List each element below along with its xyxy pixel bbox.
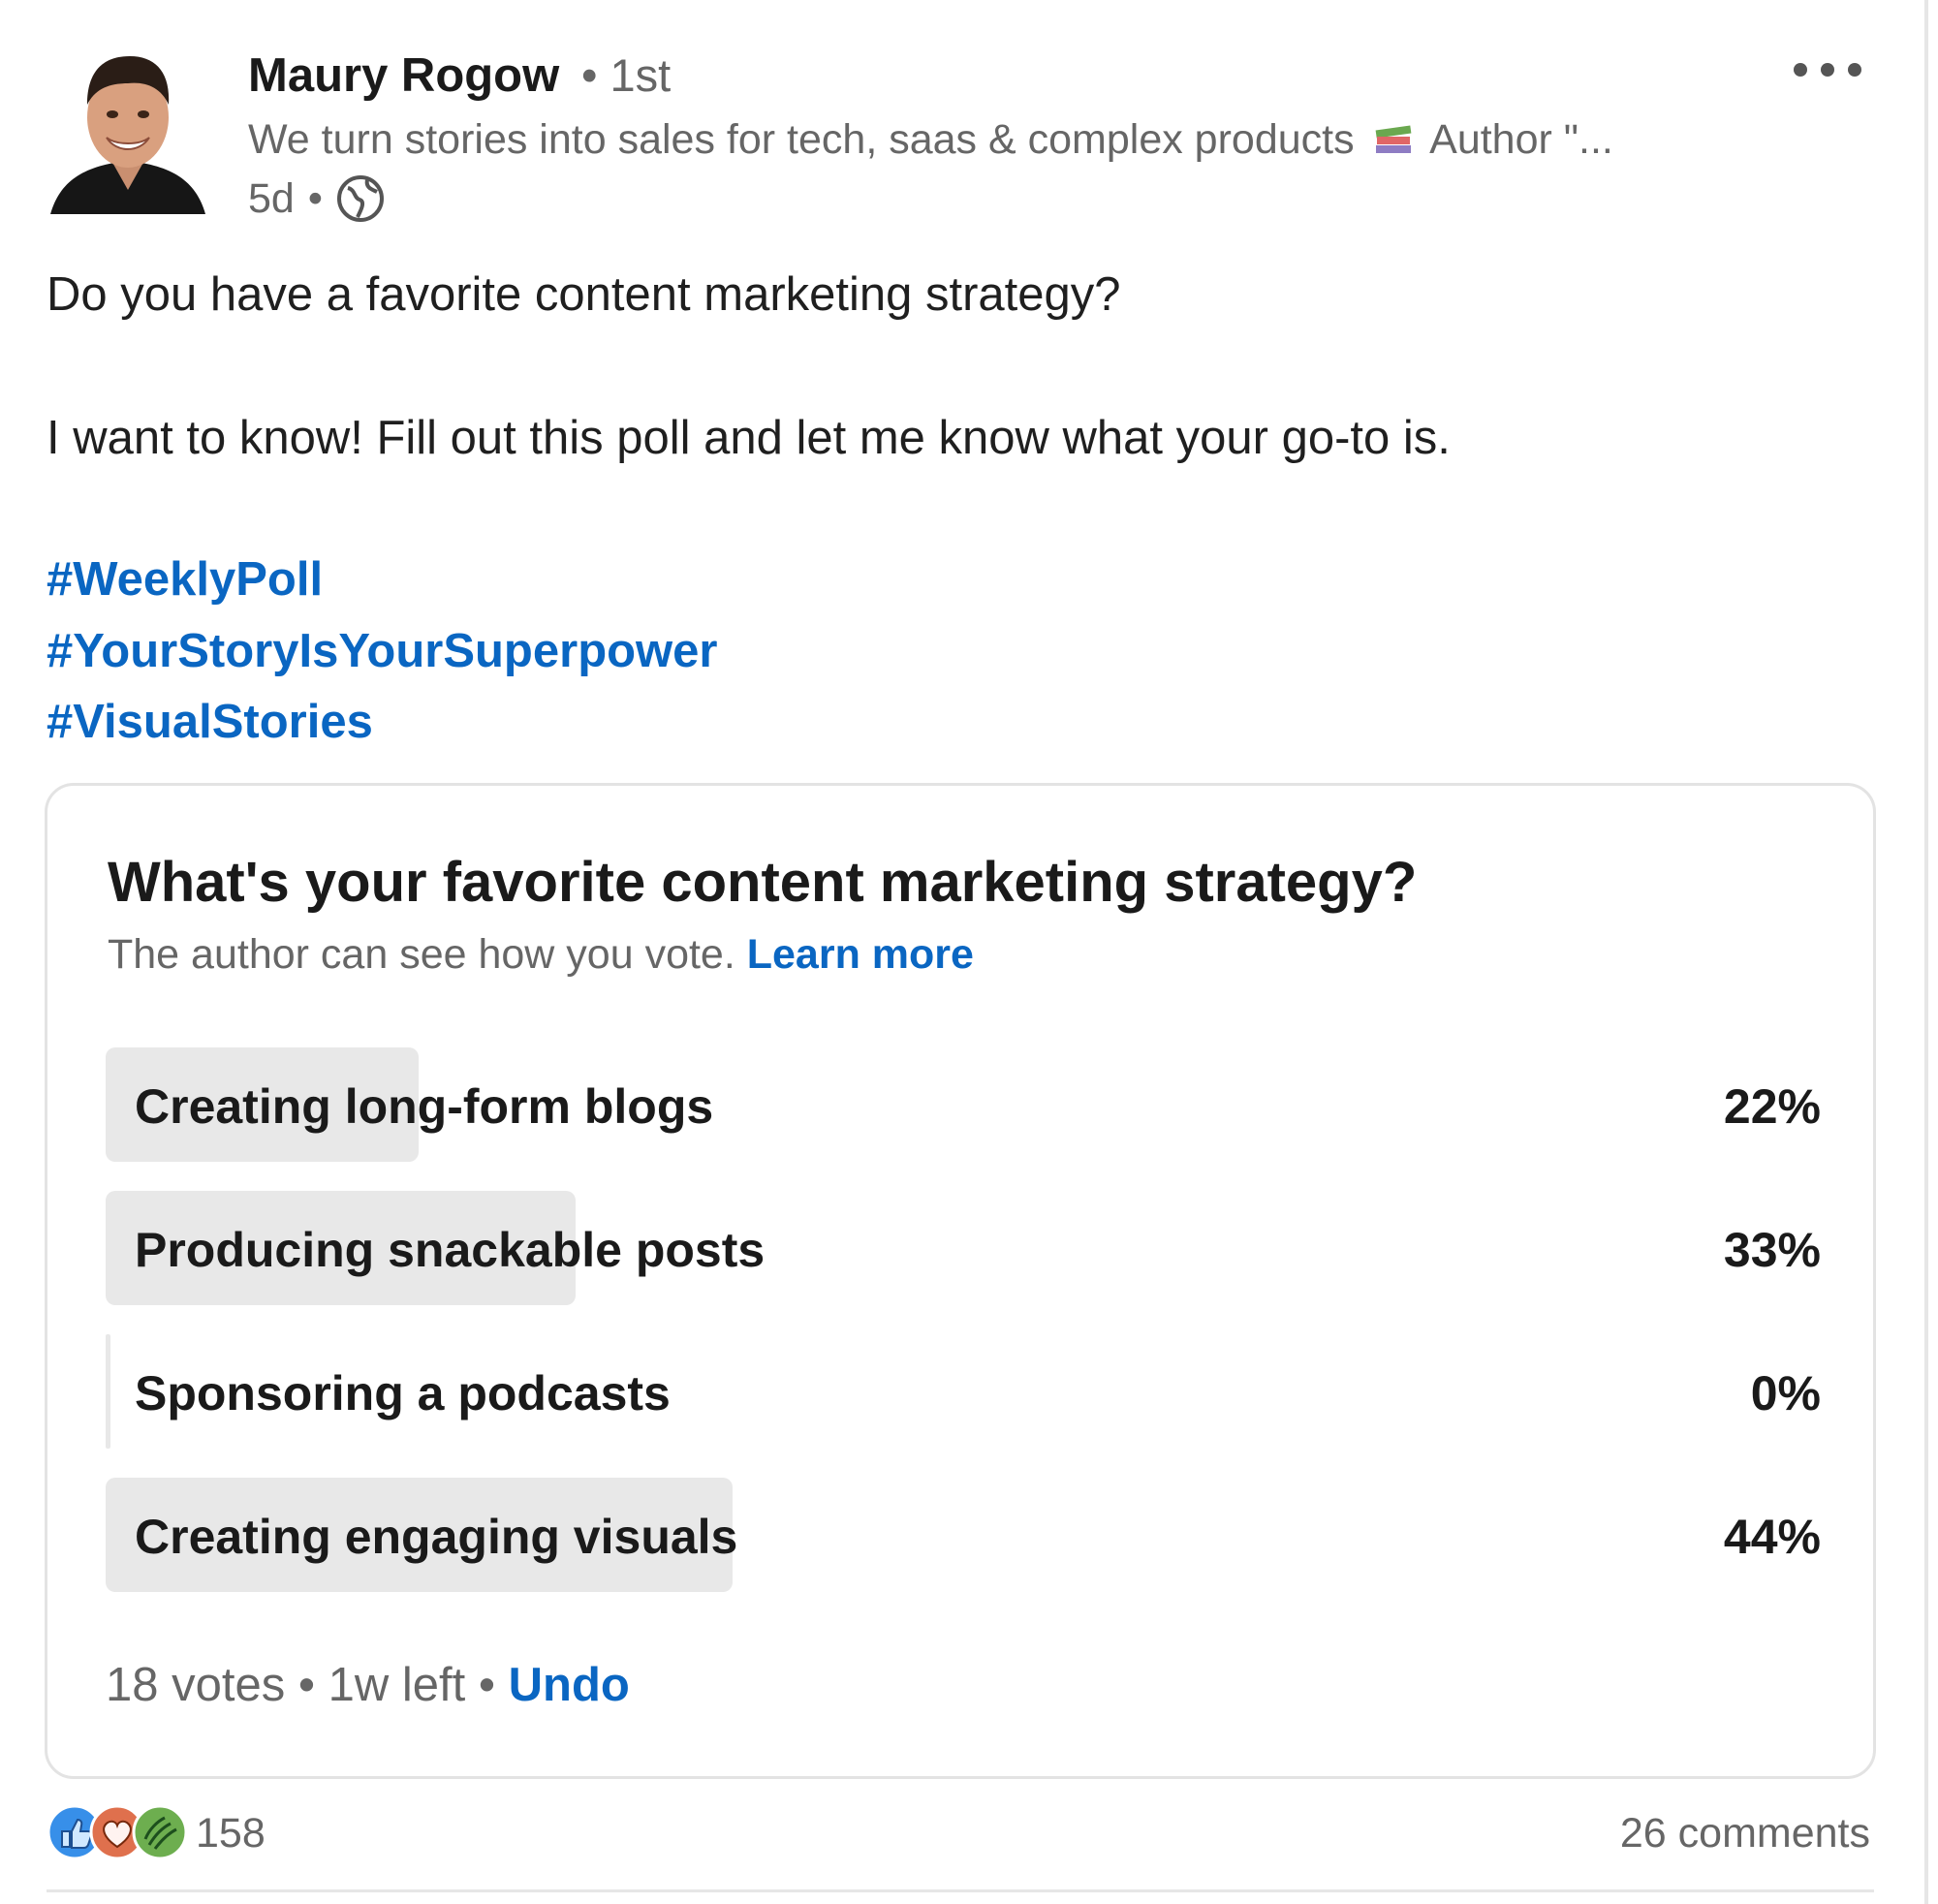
connection-degree-label: 1st bbox=[610, 49, 672, 101]
poll-card: What's your favorite content marketing s… bbox=[45, 783, 1876, 1779]
more-options-icon[interactable] bbox=[1789, 52, 1866, 87]
divider bbox=[47, 1889, 1874, 1892]
poll-option[interactable]: Sponsoring a podcasts 0% bbox=[106, 1334, 1821, 1449]
poll-option[interactable]: Producing snackable posts 33% bbox=[106, 1191, 1821, 1305]
reactions-summary[interactable]: 158 bbox=[47, 1804, 266, 1862]
meta-separator: • bbox=[307, 174, 323, 222]
poll-option-percent: 33% bbox=[1723, 1223, 1821, 1277]
feed-post: Maury Rogow • 1st We turn stories into s… bbox=[0, 0, 1928, 1904]
post-text-line-2: I want to know! Fill out this poll and l… bbox=[47, 412, 1451, 464]
poll-option-label: Sponsoring a podcasts bbox=[135, 1366, 671, 1420]
learn-more-link[interactable]: Learn more bbox=[747, 931, 974, 978]
reaction-icons bbox=[47, 1804, 192, 1862]
connection-degree: • 1st bbox=[581, 49, 672, 101]
support-icon bbox=[132, 1804, 188, 1860]
footer-separator: • bbox=[297, 1659, 328, 1711]
author-headline: We turn stories into sales for tech, saa… bbox=[248, 116, 1613, 164]
hashtag-link[interactable]: #YourStoryIsYourSuperpower bbox=[47, 624, 717, 678]
undo-vote-button[interactable]: Undo bbox=[509, 1659, 630, 1711]
books-emoji-icon bbox=[1375, 125, 1411, 153]
poll-privacy-note: The author can see how you vote. Learn m… bbox=[108, 931, 974, 979]
author-avatar[interactable] bbox=[50, 45, 205, 214]
poll-option-label: Producing snackable posts bbox=[135, 1223, 766, 1277]
comments-count-link[interactable]: 26 comments bbox=[1620, 1810, 1870, 1857]
poll-option-bar bbox=[106, 1334, 110, 1449]
headline-text: We turn stories into sales for tech, saa… bbox=[248, 116, 1355, 163]
post-text-line-1: Do you have a favorite content marketing… bbox=[47, 268, 1121, 321]
post-time: 5d bbox=[248, 174, 295, 222]
poll-note-text: The author can see how you vote. bbox=[108, 931, 735, 978]
author-name[interactable]: Maury Rogow bbox=[248, 48, 559, 103]
poll-option[interactable]: Creating engaging visuals 44% bbox=[106, 1478, 1821, 1592]
poll-option-percent: 44% bbox=[1723, 1510, 1821, 1564]
poll-option-label: Creating long-form blogs bbox=[135, 1079, 714, 1134]
poll-question: What's your favorite content marketing s… bbox=[108, 851, 1418, 914]
hashtag-link[interactable]: #VisualStories bbox=[47, 695, 373, 749]
poll-option-percent: 22% bbox=[1723, 1079, 1821, 1134]
poll-footer: 18 votes • 1w left • Undo bbox=[106, 1658, 630, 1712]
headline-suffix: Author "... bbox=[1429, 116, 1613, 163]
poll-time-left: 1w left bbox=[328, 1659, 466, 1711]
post-meta: 5d • bbox=[248, 172, 387, 225]
poll-option[interactable]: Creating long-form blogs 22% bbox=[106, 1047, 1821, 1162]
poll-vote-count: 18 votes bbox=[106, 1659, 286, 1711]
globe-icon bbox=[336, 175, 384, 222]
hashtag-link[interactable]: #WeeklyPoll bbox=[47, 552, 323, 607]
poll-option-label: Creating engaging visuals bbox=[135, 1510, 738, 1564]
footer-separator: • bbox=[478, 1659, 509, 1711]
reaction-count: 158 bbox=[196, 1809, 266, 1857]
poll-option-percent: 0% bbox=[1750, 1366, 1821, 1420]
